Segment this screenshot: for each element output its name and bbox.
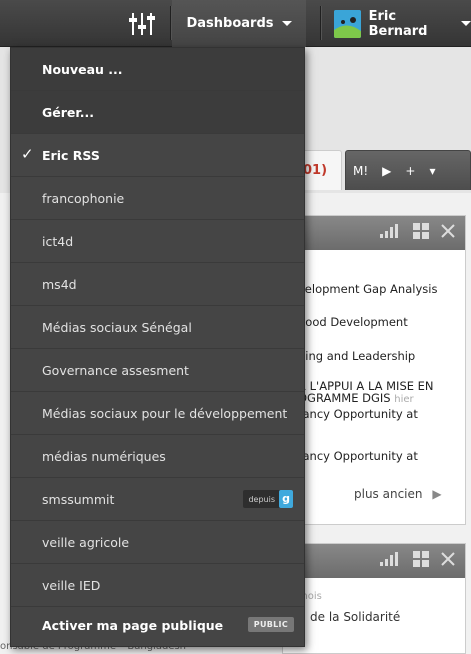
menu-item-manage-label: Gérer...	[42, 104, 95, 120]
menu-item-dashboard[interactable]: francophonie	[11, 177, 304, 220]
menu-item-label: veille agricole	[42, 534, 130, 550]
menu-item-label: Governance assesment	[42, 362, 189, 378]
older-link[interactable]: plus ancien ▶	[354, 487, 442, 501]
stream-item[interactable]: de la Solidarité	[310, 610, 400, 624]
chevron-right-icon: ▶	[432, 487, 442, 501]
menu-item-eric-rss[interactable]: ✓ Eric RSS	[11, 134, 304, 177]
menu-item-label: veille IED	[42, 577, 101, 593]
source-badge: depuis g	[243, 490, 293, 508]
public-badge: PUBLIC	[247, 617, 294, 632]
settings-sliders-icon[interactable]	[121, 10, 163, 38]
divider	[320, 6, 321, 40]
menu-item-dashboard[interactable]: Médias sociaux pour le développement	[11, 392, 304, 435]
menu-item-dashboard[interactable]: Médias sociaux Sénégal	[11, 306, 304, 349]
menu-item-label: smssummit	[42, 491, 115, 507]
menu-item-label: francophonie	[42, 190, 125, 206]
stream-panel-1-header	[283, 216, 465, 250]
tab-next[interactable]: M! ▶ + ▾	[345, 150, 471, 190]
menu-item-label: médias numériques	[42, 448, 166, 464]
menu-item-dashboard[interactable]: ms4d	[11, 263, 304, 306]
chevron-down-icon	[281, 21, 292, 26]
user-name: Eric Bernard	[368, 8, 428, 39]
menu-item-dashboard[interactable]: smssummit depuis g	[11, 478, 304, 521]
avatar	[334, 9, 361, 38]
menu-item-dashboard[interactable]: veille IED	[11, 564, 304, 607]
user-menu-button[interactable]: Eric Bernard	[322, 0, 471, 47]
stream-item-text: OGRAMME DGIS	[298, 391, 391, 405]
tab-next-label: M!	[353, 163, 369, 178]
stats-icon[interactable]	[379, 552, 401, 566]
menu-item-label: Médias sociaux Sénégal	[42, 319, 192, 335]
menu-item-public-page-label: Activer ma page publique	[42, 618, 224, 633]
checkmark-icon: ✓	[21, 145, 34, 163]
menu-item-dashboard[interactable]: ict4d	[11, 220, 304, 263]
stream-item-time: hier	[394, 394, 414, 405]
stream-item[interactable]: tancy Opportunity at	[298, 449, 418, 463]
stream-item[interactable]: tancy Opportunity at	[298, 407, 418, 421]
stream-item[interactable]: hood Development	[298, 315, 408, 329]
divider	[170, 6, 171, 40]
grid-icon[interactable]	[413, 551, 429, 567]
menu-item-dashboard[interactable]: médias numériques	[11, 435, 304, 478]
dashboards-menu-label: Dashboards	[186, 16, 274, 31]
tab-current-label: 01)	[303, 163, 328, 178]
dashboards-dropdown: Nouveau ... Gérer... ✓ Eric RSS francoph…	[10, 47, 305, 647]
stream-panel-1	[282, 215, 466, 525]
menu-item-label: Médias sociaux pour le développement	[42, 405, 288, 421]
menu-item-eric-rss-label: Eric RSS	[42, 147, 100, 163]
tab-menu-icon[interactable]: ▾	[422, 164, 442, 178]
source-badge-label: depuis	[248, 494, 275, 504]
menu-item-dashboard[interactable]: veille agricole	[11, 521, 304, 564]
grid-icon[interactable]	[413, 223, 429, 239]
stream-item[interactable]: ding and Leadership	[298, 349, 415, 363]
menu-item-new-label: Nouveau ...	[42, 61, 123, 77]
stream-item[interactable]: velopment Gap Analysis	[298, 282, 437, 296]
menu-item-manage[interactable]: Gérer...	[11, 91, 304, 134]
menu-item-public-page[interactable]: Activer ma page publique PUBLIC	[11, 604, 304, 647]
dashboards-menu-button[interactable]: Dashboards	[172, 0, 306, 47]
menu-item-new[interactable]: Nouveau ...	[11, 48, 304, 91]
menu-item-label: ms4d	[42, 276, 77, 292]
stream-panel-2-header	[283, 544, 465, 578]
chevron-down-icon	[461, 21, 471, 26]
google-icon: g	[279, 490, 293, 508]
older-link-label: plus ancien	[354, 487, 423, 501]
stats-icon[interactable]	[379, 224, 401, 238]
top-navigation-bar: Dashboards Eric Bernard	[0, 0, 471, 47]
menu-item-dashboard[interactable]: Governance assesment	[11, 349, 304, 392]
stream-item[interactable]: OGRAMME DGIS hier	[298, 391, 414, 405]
close-icon[interactable]	[441, 224, 455, 238]
add-tab-icon[interactable]: +	[398, 164, 422, 178]
close-icon[interactable]	[441, 552, 455, 566]
tab-scroll-right-icon[interactable]: ▶	[375, 164, 398, 178]
menu-item-label: ict4d	[42, 233, 74, 249]
